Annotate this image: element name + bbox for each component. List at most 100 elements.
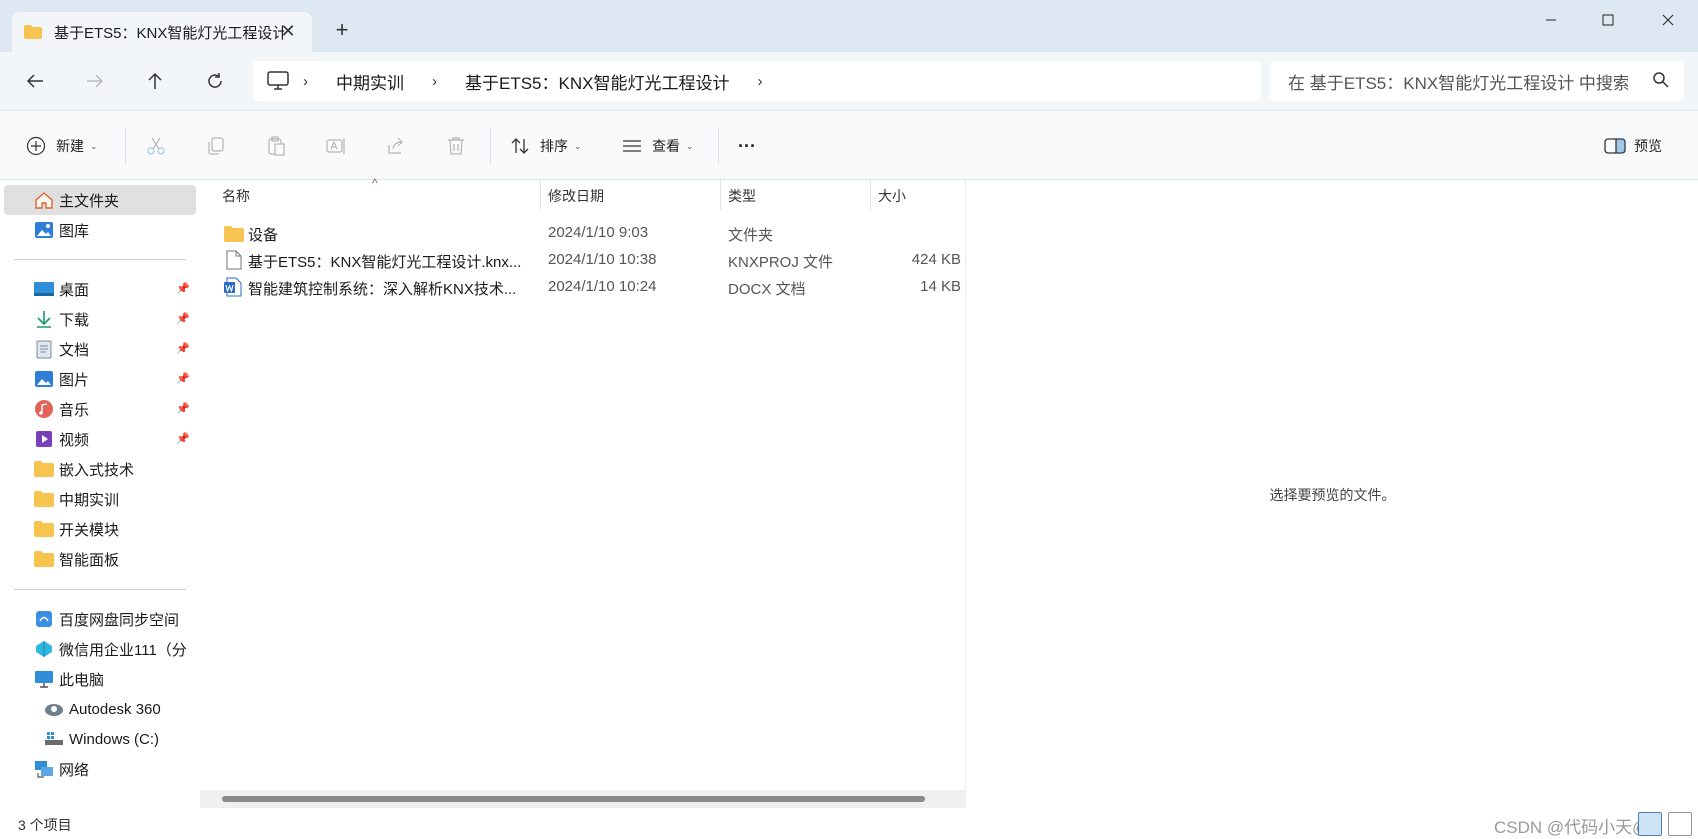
- pin-icon[interactable]: 📌: [176, 372, 190, 385]
- rename-button[interactable]: [326, 133, 346, 159]
- autodesk-icon: [44, 699, 64, 719]
- column-divider[interactable]: [870, 180, 871, 210]
- delete-button[interactable]: [446, 133, 466, 159]
- sidebar-item-autodesk[interactable]: Autodesk 360: [4, 694, 196, 724]
- chevron-right-icon[interactable]: ›: [432, 73, 437, 90]
- pin-icon[interactable]: 📌: [176, 402, 190, 415]
- scrollbar-thumb[interactable]: [222, 796, 925, 802]
- gallery-icon: [34, 220, 54, 240]
- chevron-right-icon[interactable]: ›: [303, 73, 308, 90]
- view-list-icon: [623, 140, 641, 152]
- this-pc-icon: [34, 669, 54, 689]
- close-window-button[interactable]: [1638, 0, 1698, 40]
- forward-button[interactable]: [79, 65, 111, 97]
- minimize-icon: [1546, 19, 1556, 21]
- divider: [718, 127, 719, 165]
- details-view-button[interactable]: [1638, 812, 1662, 836]
- sidebar-item-documents[interactable]: 文档 📌: [4, 334, 196, 364]
- sidebar-item-network[interactable]: 网络: [4, 754, 196, 784]
- view-button[interactable]: 查看 ⌄: [622, 133, 694, 159]
- file-type: KNXPROJ 文件: [728, 254, 834, 271]
- pin-icon[interactable]: 📌: [176, 312, 190, 325]
- sidebar-item-pictures[interactable]: 图片 📌: [4, 364, 196, 394]
- file-size: 14 KB: [920, 278, 961, 295]
- new-tab-button[interactable]: +: [330, 18, 354, 42]
- sort-button[interactable]: 排序 ⌄: [510, 133, 582, 159]
- refresh-button[interactable]: [199, 65, 231, 97]
- preview-pane-button[interactable]: 预览: [1604, 133, 1662, 159]
- more-options-button[interactable]: ···: [738, 133, 756, 159]
- file-name: 智能建筑控制系统：深入解析KNX技术...: [248, 281, 517, 298]
- table-row[interactable]: 基于ETS5：KNX智能灯光工程设计.knx... 2024/1/10 10:3…: [200, 247, 965, 274]
- up-button[interactable]: [139, 65, 171, 97]
- column-header-size[interactable]: 大小: [878, 186, 906, 206]
- column-divider[interactable]: [540, 180, 541, 210]
- folder-icon: [34, 489, 54, 509]
- sidebar-item-downloads[interactable]: 下载 📌: [4, 304, 196, 334]
- navigation-bar: › 中期实训 › 基于ETS5：KNX智能灯光工程设计 › 在 基于ETS5：K…: [0, 52, 1698, 110]
- sidebar-item-label: 开关模块: [59, 521, 120, 539]
- copy-icon: [208, 137, 224, 155]
- sidebar-item-label: 主文件夹: [59, 192, 120, 210]
- drive-icon: [44, 729, 64, 749]
- breadcrumb-item[interactable]: 中期实训: [336, 69, 404, 94]
- pin-icon[interactable]: 📌: [176, 432, 190, 445]
- paste-icon: [268, 136, 285, 156]
- breadcrumb-item[interactable]: 基于ETS5：KNX智能灯光工程设计: [465, 69, 729, 94]
- file-date: 2024/1/10 9:03: [548, 224, 649, 241]
- rename-icon: [326, 138, 345, 154]
- cut-button[interactable]: [146, 133, 166, 159]
- column-header-name[interactable]: 名称: [222, 186, 250, 206]
- table-row[interactable]: 智能建筑控制系统：深入解析KNX技术... 2024/1/10 10:24 DO…: [200, 274, 965, 301]
- title-bar: 基于ETS5：KNX智能灯光工程设计 ✕ +: [0, 0, 1698, 52]
- new-button[interactable]: 新建 ⌄: [26, 133, 98, 159]
- folder-icon: [24, 25, 42, 39]
- sidebar-item-folder[interactable]: 开关模块: [4, 514, 196, 544]
- sidebar-item-label: 图片: [59, 371, 90, 389]
- sidebar-item-label: 音乐: [59, 401, 90, 419]
- sidebar-item-desktop[interactable]: 桌面 📌: [4, 274, 196, 304]
- scissors-icon: [147, 137, 165, 155]
- tab-close-button[interactable]: ✕: [278, 21, 298, 41]
- computer-icon: [267, 71, 289, 90]
- sidebar-item-home[interactable]: 主文件夹: [4, 185, 196, 215]
- divider: [14, 259, 186, 260]
- desktop-icon: [34, 279, 54, 299]
- download-icon: [34, 309, 54, 329]
- search-input[interactable]: 在 基于ETS5：KNX智能灯光工程设计 中搜索: [1270, 61, 1684, 101]
- sidebar-item-this-pc[interactable]: 此电脑: [4, 664, 196, 694]
- tab-current-folder[interactable]: 基于ETS5：KNX智能灯光工程设计 ✕: [12, 12, 312, 52]
- sidebar-item-folder[interactable]: 智能面板: [4, 544, 196, 574]
- sidebar-item-gallery[interactable]: 图库: [4, 215, 196, 245]
- back-button[interactable]: [19, 65, 51, 97]
- search-icon: [1653, 72, 1669, 88]
- address-bar[interactable]: › 中期实训 › 基于ETS5：KNX智能灯光工程设计 ›: [253, 61, 1261, 101]
- column-header-date[interactable]: 修改日期: [548, 186, 604, 206]
- copy-button[interactable]: [206, 133, 226, 159]
- share-button[interactable]: [386, 133, 406, 159]
- sidebar-item-cloud[interactable]: 微信用企业111（分: [4, 634, 196, 664]
- column-header-type[interactable]: 类型: [728, 186, 756, 206]
- pin-icon[interactable]: 📌: [176, 282, 190, 295]
- music-icon: [34, 399, 54, 419]
- table-row[interactable]: 设备 2024/1/10 9:03 文件夹: [200, 220, 965, 247]
- chevron-right-icon[interactable]: ›: [757, 73, 762, 90]
- file-icon: [226, 250, 242, 270]
- chevron-down-icon: ⌄: [574, 140, 582, 151]
- minimize-button[interactable]: [1521, 0, 1581, 40]
- plus-circle-icon: [26, 136, 46, 156]
- sidebar-item-baidu-netdisk[interactable]: 百度网盘同步空间: [4, 604, 196, 634]
- file-list: ^ 名称 修改日期 类型 大小 设备 2024/1/10 9:03 文件夹 基于…: [200, 176, 965, 808]
- pin-icon[interactable]: 📌: [176, 342, 190, 355]
- maximize-button[interactable]: [1578, 0, 1638, 40]
- sidebar-item-label: 智能面板: [59, 551, 120, 569]
- tiles-view-button[interactable]: [1668, 812, 1692, 836]
- sidebar-item-videos[interactable]: 视频 📌: [4, 424, 196, 454]
- sidebar-item-drive[interactable]: Windows (C:): [4, 724, 196, 754]
- sidebar-item-folder[interactable]: 中期实训: [4, 484, 196, 514]
- status-bar: 3 个项目 CSDN @代码小天@: [0, 808, 1698, 839]
- paste-button[interactable]: [266, 133, 286, 159]
- column-divider[interactable]: [720, 180, 721, 210]
- sidebar-item-music[interactable]: 音乐 📌: [4, 394, 196, 424]
- sidebar-item-folder[interactable]: 嵌入式技术: [4, 454, 196, 484]
